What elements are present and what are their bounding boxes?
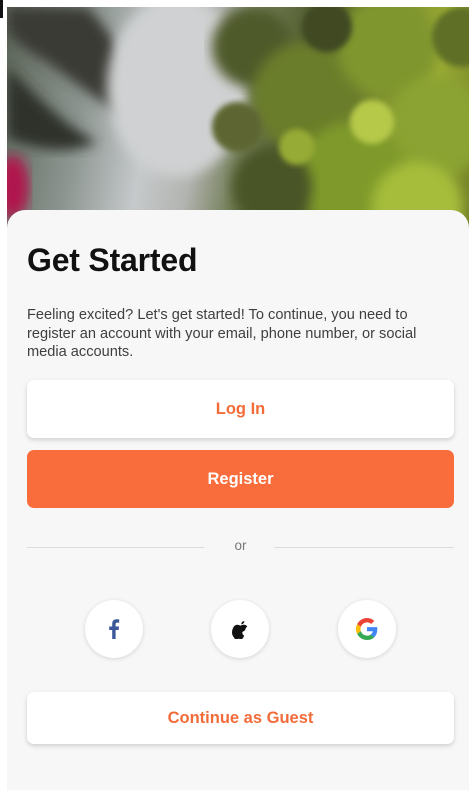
page-title: Get Started [27, 242, 198, 278]
apple-login-button[interactable] [211, 600, 269, 658]
facebook-icon [109, 619, 120, 639]
get-started-sheet: Get Started Feeling excited? Let's get s… [7, 210, 469, 790]
continue-as-guest-button[interactable]: Continue as Guest [27, 692, 454, 744]
page-subtitle: Feeling excited? Let's get started! To c… [27, 307, 417, 360]
corner-mark [0, 0, 3, 18]
google-icon [356, 618, 378, 640]
get-started-screen: Get Started Feeling excited? Let's get s… [0, 0, 469, 790]
divider-or-text: or [234, 538, 247, 553]
divider-line-right [274, 547, 454, 548]
login-button[interactable]: Log In [27, 380, 454, 438]
or-divider: or [27, 538, 454, 558]
google-login-button[interactable] [338, 600, 396, 658]
facebook-login-button[interactable] [85, 600, 143, 658]
apple-icon [232, 620, 248, 639]
register-button[interactable]: Register [27, 450, 454, 508]
